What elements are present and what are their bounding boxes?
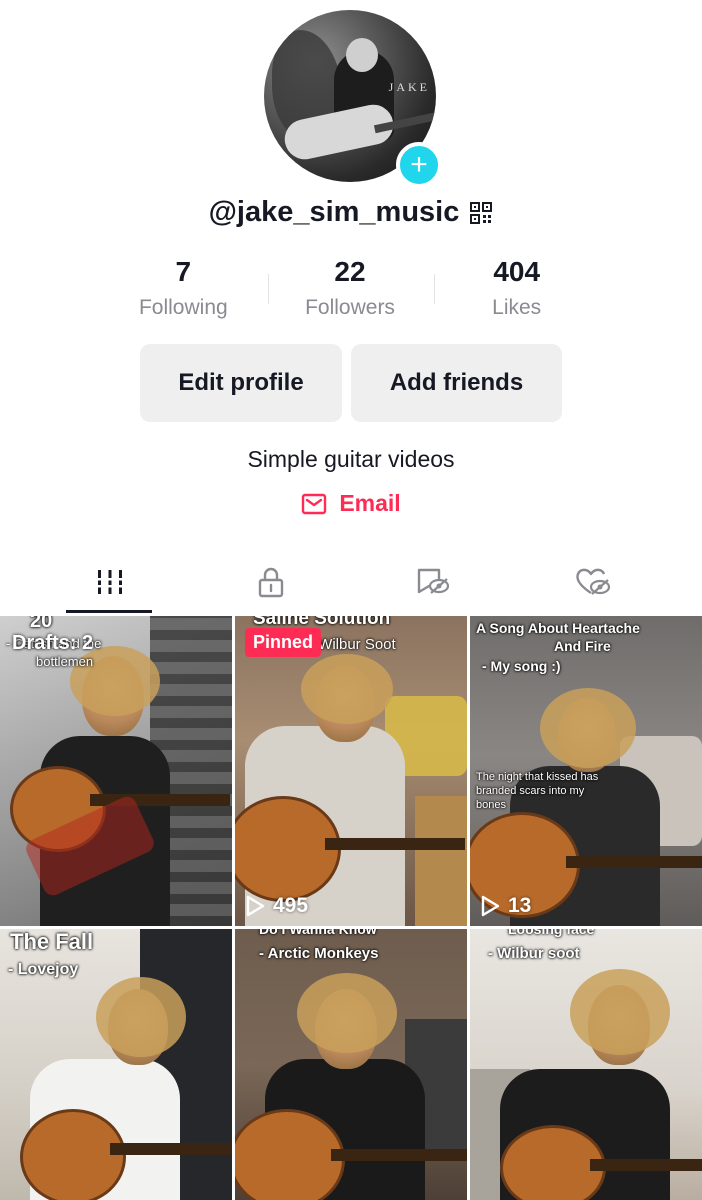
- hidden-tag-icon: [417, 568, 449, 594]
- video-caption: - My song :): [482, 658, 561, 674]
- video-title: The Fall: [10, 929, 94, 954]
- video-top-text: Loosing face: [508, 929, 595, 937]
- video-thumbnail[interactable]: Do I Wanna Know - Arctic Monkeys: [235, 929, 467, 1200]
- video-thumbnail[interactable]: The Fall - Lovejoy: [0, 929, 232, 1200]
- video-top-text: Do I Wanna Know: [259, 929, 377, 937]
- mail-icon: [302, 493, 327, 514]
- view-count: 495: [245, 894, 308, 918]
- stat-divider: [268, 274, 269, 304]
- lock-icon: [258, 567, 283, 598]
- video-thumbnail-drafts[interactable]: 20 - Catfish and the bottlemen Drafts: 2: [0, 616, 232, 926]
- add-avatar-plus-icon[interactable]: +: [396, 142, 442, 188]
- view-count: 13: [480, 894, 531, 918]
- video-caption: - Wilbur soot: [488, 945, 580, 962]
- username-row: @jake_sim_music: [0, 196, 702, 229]
- video-grid: 20 - Catfish and the bottlemen Drafts: 2…: [0, 616, 702, 1200]
- video-thumbnail[interactable]: A Song About Heartache And Fire - My son…: [470, 616, 702, 926]
- avatar-watermark: JAKE: [388, 80, 430, 94]
- add-friends-button[interactable]: Add friends: [351, 344, 562, 422]
- tab-videos[interactable]: [22, 552, 197, 612]
- likes-label: Likes: [492, 296, 542, 319]
- likes-count: 404: [493, 256, 541, 287]
- stat-divider: [434, 274, 435, 304]
- video-caption: A Song About Heartache: [476, 620, 640, 636]
- following-count: 7: [175, 256, 192, 287]
- video-thumbnail[interactable]: Loosing face - Wilbur soot: [470, 929, 702, 1200]
- grid-icon: [94, 570, 125, 594]
- active-tab-indicator: [66, 610, 152, 613]
- play-icon: [481, 895, 500, 917]
- profile-tabs: [0, 552, 702, 614]
- username: @jake_sim_music: [208, 196, 460, 228]
- tab-liked[interactable]: [505, 552, 680, 612]
- following-label: Following: [138, 296, 228, 319]
- pinned-badge: Pinned: [245, 628, 322, 657]
- video-caption: - Lovejoy: [8, 961, 79, 978]
- email-link[interactable]: Email: [0, 490, 702, 517]
- video-caption: bottlemen: [36, 654, 94, 669]
- qr-code-icon[interactable]: [469, 201, 493, 225]
- edit-profile-button[interactable]: Edit profile: [140, 344, 342, 422]
- email-label: Email: [339, 490, 401, 516]
- video-top-text: 20: [30, 616, 53, 632]
- play-icon: [246, 895, 265, 917]
- tab-reposts[interactable]: [345, 552, 520, 612]
- video-caption: - Arctic Monkeys: [259, 945, 379, 962]
- tab-private[interactable]: [183, 552, 358, 612]
- followers-label: Followers: [305, 296, 395, 319]
- view-count-value: 13: [508, 894, 532, 917]
- view-count-value: 495: [273, 894, 309, 917]
- stat-following[interactable]: 7 Following: [100, 256, 267, 320]
- video-caption: - Wilbur Soot: [309, 636, 396, 653]
- profile-bio: Simple guitar videos: [247, 446, 455, 472]
- profile-stats: 7 Following 22 Followers 404 Likes: [100, 256, 600, 320]
- stat-followers[interactable]: 22 Followers: [267, 256, 434, 320]
- video-caption: And Fire: [554, 638, 611, 654]
- video-lyric-overlay: The night that kissed has branded scars …: [476, 771, 599, 811]
- video-thumbnail-pinned[interactable]: Saline Solution - Wilbur Soot Pinned 495: [235, 616, 467, 926]
- followers-count: 22: [334, 256, 366, 287]
- drafts-label: Drafts: 2: [12, 632, 94, 654]
- hidden-heart-icon: [575, 568, 610, 595]
- stat-likes[interactable]: 404 Likes: [433, 256, 600, 320]
